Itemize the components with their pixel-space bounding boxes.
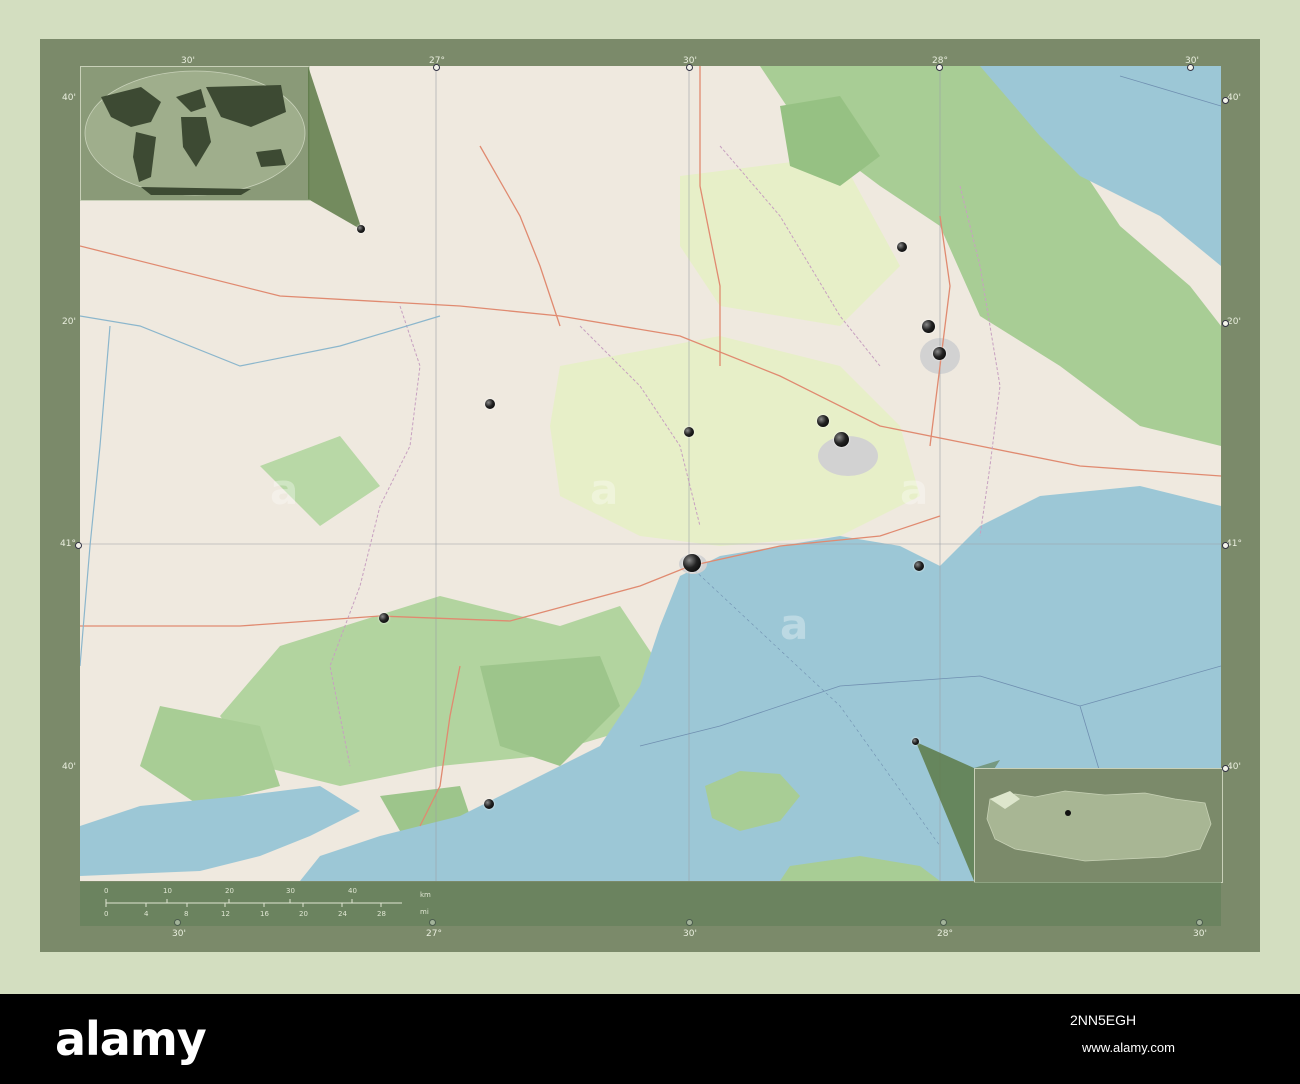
locator-dot xyxy=(357,225,365,233)
graticule-marker xyxy=(1187,64,1194,71)
country-inset-graphic xyxy=(986,790,1212,862)
graticule-marker xyxy=(1222,765,1229,772)
graticule-marker xyxy=(686,64,693,71)
watermark-overlay: a xyxy=(590,465,619,514)
watermark-image-id: 2NN5EGH xyxy=(1070,1012,1137,1028)
scale-mi-unit: mi xyxy=(420,908,429,916)
left-tick-label: 40' xyxy=(62,762,76,772)
graticule-marker xyxy=(1222,320,1229,327)
scale-km-tick: 40 xyxy=(348,887,357,895)
watermark-url: www.alamy.com xyxy=(1082,1040,1175,1055)
scale-km-tick: 20 xyxy=(225,887,234,895)
bottom-tick-label: 30' xyxy=(172,929,186,939)
right-tick-label: 40' xyxy=(1227,762,1241,772)
top-tick-label: 30' xyxy=(181,56,195,66)
left-tick-label: 40' xyxy=(62,93,76,103)
scale-km-tick: 0 xyxy=(104,887,109,895)
graticule-marker xyxy=(433,64,440,71)
right-tick-label: 40' xyxy=(1227,93,1241,103)
watermark-overlay: a xyxy=(780,600,809,649)
scale-mi-tick: 4 xyxy=(144,910,149,918)
scale-mi-tick: 20 xyxy=(299,910,308,918)
scale-mi-tick: 24 xyxy=(338,910,347,918)
scale-km-unit: km xyxy=(420,891,431,899)
scale-mi-tick: 0 xyxy=(104,910,109,918)
bottom-tick-label: 30' xyxy=(1193,929,1207,939)
scale-bar: 0 10 20 30 40 km 0 4 8 12 16 20 24 28 mi xyxy=(80,882,1221,926)
scale-mi-tick: 16 xyxy=(260,910,269,918)
scale-bar-lines xyxy=(105,899,402,907)
left-tick-label: 20' xyxy=(62,317,76,327)
bottom-tick-label: 27° xyxy=(426,929,442,939)
watermark-overlay: a xyxy=(270,465,299,514)
graticule-marker xyxy=(1222,97,1229,104)
watermark-overlay: a xyxy=(900,465,929,514)
country-inset-map xyxy=(974,768,1223,883)
graticule-marker xyxy=(75,542,82,549)
scale-mi-tick: 8 xyxy=(184,910,189,918)
scale-mi-tick: 12 xyxy=(221,910,230,918)
watermark-logo: alamy xyxy=(55,1012,207,1066)
graticule-marker xyxy=(1222,542,1229,549)
locator-dot xyxy=(912,738,919,745)
scale-mi-tick: 28 xyxy=(377,910,386,918)
bottom-tick-label: 28° xyxy=(937,929,953,939)
graticule-marker xyxy=(936,64,943,71)
bottom-tick-label: 30' xyxy=(683,929,697,939)
scale-km-tick: 30 xyxy=(286,887,295,895)
watermark-footer: alamy 2NN5EGH www.alamy.com xyxy=(0,994,1300,1084)
left-tick-label: 41° xyxy=(60,539,76,549)
scale-km-tick: 10 xyxy=(163,887,172,895)
right-tick-label: 20' xyxy=(1227,317,1241,327)
